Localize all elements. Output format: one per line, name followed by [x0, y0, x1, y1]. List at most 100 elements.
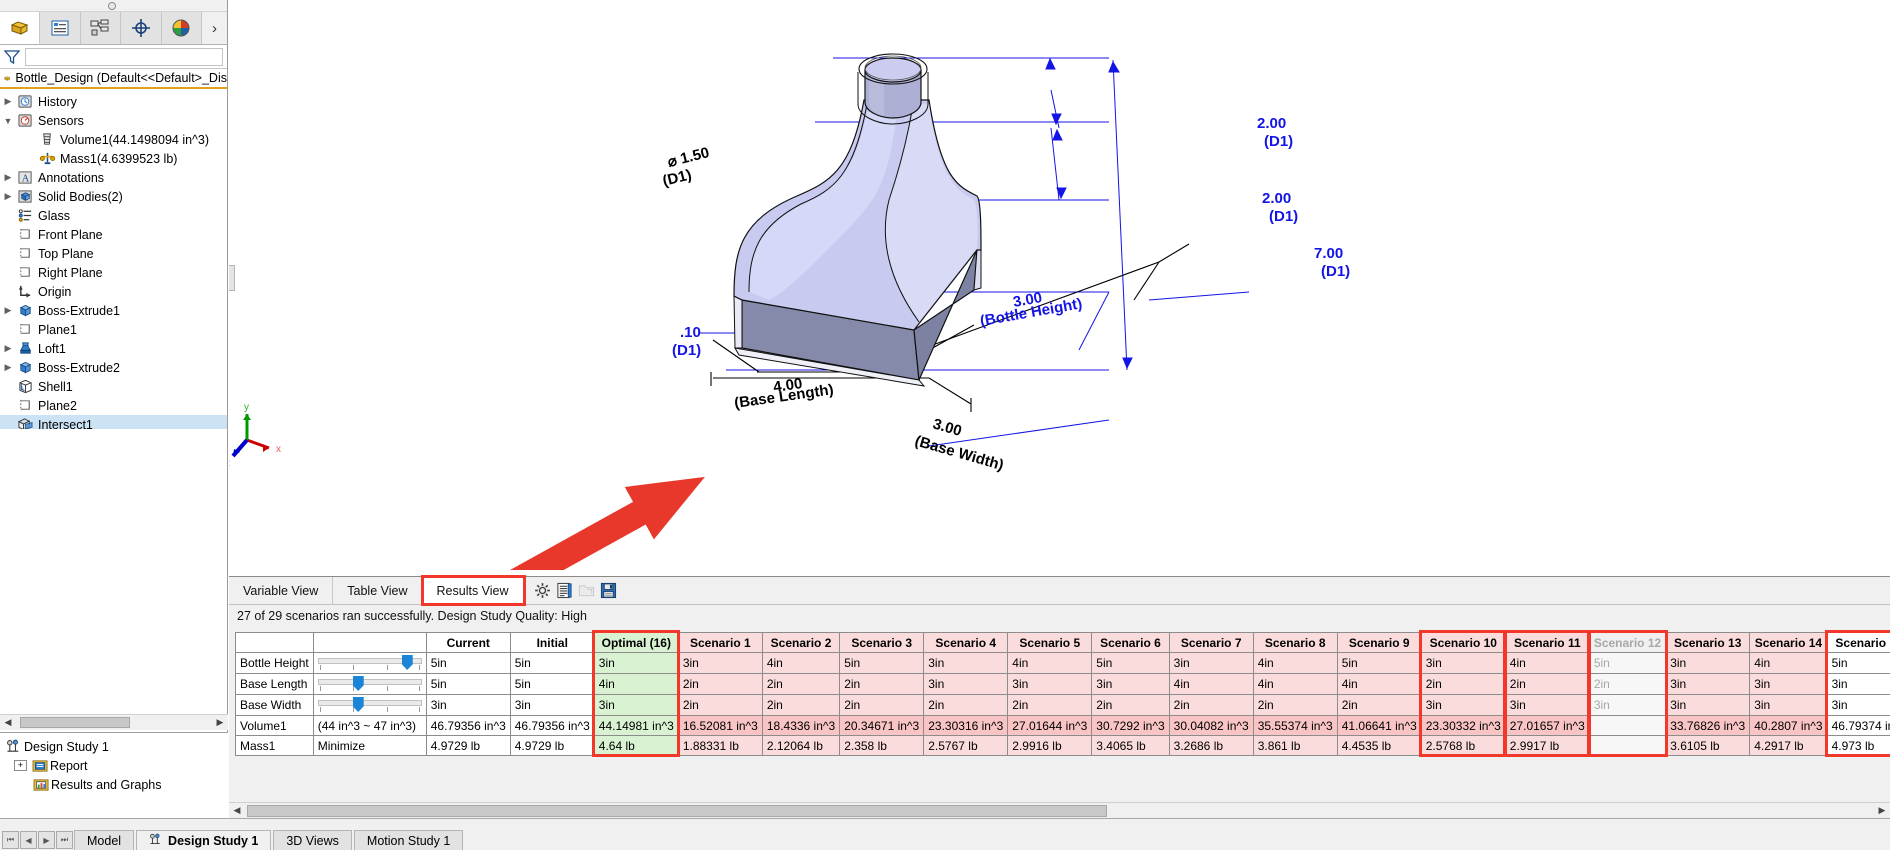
cell[interactable]: 5in [1336, 652, 1422, 674]
tree-node-front-plane[interactable]: Front Plane [0, 225, 227, 244]
cell[interactable]: 2.9916 lb [1007, 735, 1093, 756]
expand-arrow-icon[interactable]: ▶ [0, 172, 16, 183]
col-header-scenario-11[interactable]: Scenario 11 [1504, 632, 1590, 653]
cell[interactable]: 27.01657 in^3 [1504, 715, 1590, 736]
collapse-arrow-icon[interactable]: ▼ [0, 116, 16, 126]
dimxpert-manager-tab[interactable] [121, 12, 162, 44]
cell[interactable]: 4in [1252, 652, 1338, 674]
cell[interactable]: 4.9729 lb [425, 735, 511, 756]
cell[interactable]: 46.79356 in^3 [509, 715, 595, 736]
cell[interactable]: 3in [1420, 694, 1506, 716]
table-scroll-thumb[interactable] [247, 804, 1107, 817]
cell[interactable]: 4.64 lb [593, 735, 679, 756]
cell[interactable]: 2in [1336, 694, 1422, 716]
cell[interactable]: 2in [1420, 673, 1506, 695]
cell[interactable]: 2.5768 lb [1420, 735, 1506, 756]
col-header-scenario-14[interactable]: Scenario 14 [1749, 632, 1828, 653]
row-header-bottle-height[interactable]: Bottle Height [235, 652, 314, 674]
cell[interactable]: 3in [1826, 673, 1890, 695]
cell[interactable]: 5in [839, 652, 925, 674]
cell[interactable]: 3in [1665, 694, 1751, 716]
feature-tree-list[interactable]: ▶ History ▼ Sensors Volume1(44.1498094 in^3)… [0, 89, 227, 429]
base-width-slider[interactable] [312, 694, 427, 716]
cell[interactable]: 3in [1168, 652, 1254, 674]
cell[interactable]: 2.12064 lb [761, 735, 841, 756]
tab-overflow-chevron[interactable]: › [201, 12, 228, 44]
tree-node-boss-extrude2[interactable]: ▶ Boss-Extrude2 [0, 358, 227, 377]
tree-node-intersect1[interactable]: Intersect1 [0, 415, 227, 429]
col-header-scenario-5[interactable]: Scenario 5 [1007, 632, 1093, 653]
cell[interactable]: 44.14981 in^3 [593, 715, 679, 736]
col-header-initial[interactable]: Initial [509, 632, 595, 653]
cell[interactable]: 5in [1588, 652, 1667, 674]
tab-design-study-1[interactable]: Design Study 1 [136, 830, 272, 850]
cell[interactable]: 4in [1252, 673, 1338, 695]
cell[interactable]: 3in [1749, 673, 1828, 695]
cell[interactable]: 2in [1091, 694, 1170, 716]
cell[interactable]: 2in [839, 673, 925, 695]
cell[interactable]: 46.79374 in^3 [1826, 715, 1890, 736]
cell[interactable]: 2in [1252, 694, 1338, 716]
tree-node-plane1[interactable]: Plane1 [0, 320, 227, 339]
cell[interactable]: 3in [1665, 652, 1751, 674]
tab-results-view[interactable]: Results View [420, 575, 526, 606]
tree-node-history[interactable]: ▶ History [0, 92, 227, 111]
cell[interactable]: 3in [677, 652, 763, 674]
cell[interactable]: 3in [425, 694, 511, 716]
graphics-viewport[interactable]: 2.00 (D1) 2.00 (D1) 7.00 (D1) .10 (D1) 3… [229, 0, 1890, 575]
tree-node-boss-extrude1[interactable]: ▶ Boss-Extrude1 [0, 301, 227, 320]
expand-arrow-icon[interactable]: ▶ [0, 362, 16, 373]
table-scroll-right-arrow[interactable]: ▶ [1874, 805, 1890, 816]
cell[interactable]: 2in [761, 694, 841, 716]
cell[interactable]: 5in [509, 673, 595, 695]
cell[interactable]: 5in [425, 673, 511, 695]
cell[interactable]: 3in [593, 694, 679, 716]
tree-node-mass1-4-6399523-lb[interactable]: Mass1(4.6399523 lb) [0, 149, 227, 168]
col-header-optimal-16[interactable]: Optimal (16) [593, 632, 679, 653]
cell[interactable]: 30.7292 in^3 [1091, 715, 1170, 736]
cell[interactable]: 18.4336 in^3 [761, 715, 841, 736]
design-study-root[interactable]: Design Study 1 [0, 737, 228, 756]
tree-scroll-thumb[interactable] [20, 717, 130, 728]
slider-track[interactable] [317, 679, 422, 685]
filter-funnel-icon[interactable] [3, 48, 21, 66]
col-header-scenario-7[interactable]: Scenario 7 [1168, 632, 1254, 653]
base-length-slider-widget[interactable] [317, 676, 422, 692]
cell[interactable]: 3in [1091, 673, 1170, 695]
col-header-scenario-13[interactable]: Scenario 13 [1665, 632, 1751, 653]
tree-scroll-left-arrow[interactable]: ◀ [0, 717, 16, 728]
tab-variable-view[interactable]: Variable View [229, 577, 334, 604]
slider-track[interactable] [317, 700, 422, 706]
design-study-results-node[interactable]: Results and Graphs [0, 775, 228, 794]
cell[interactable]: 5in [1826, 652, 1890, 674]
cell[interactable]: 3in [593, 652, 679, 674]
save-floppy-icon[interactable] [598, 577, 620, 604]
expand-arrow-icon[interactable]: ▶ [0, 96, 16, 107]
study-report-icon[interactable] [554, 577, 576, 604]
cell[interactable]: 27.01644 in^3 [1007, 715, 1093, 736]
cell[interactable]: 2in [1504, 673, 1590, 695]
cell[interactable]: 3in [509, 694, 595, 716]
cell[interactable]: 3in [1826, 694, 1890, 716]
report-expander[interactable]: + [14, 760, 27, 771]
cell[interactable]: 3in [1749, 694, 1828, 716]
cell[interactable]: 30.04082 in^3 [1168, 715, 1254, 736]
cell[interactable]: 4.4535 lb [1336, 735, 1422, 756]
cell[interactable]: 5in [425, 652, 511, 674]
tab-motion-study-1[interactable]: Motion Study 1 [353, 830, 464, 850]
cell[interactable]: 3in [1665, 673, 1751, 695]
results-table-horizontal-scrollbar[interactable]: ◀ ▶ [229, 802, 1890, 818]
slider-thumb[interactable] [352, 676, 364, 691]
display-manager-tab[interactable] [161, 12, 202, 44]
cell[interactable]: 3in [1504, 694, 1590, 716]
cell[interactable]: 3in [1420, 652, 1506, 674]
cell[interactable]: 4in [1007, 652, 1093, 674]
cell[interactable]: 4in [1504, 652, 1590, 674]
tree-node-solid-bodies-2[interactable]: ▶ Solid Bodies(2) [0, 187, 227, 206]
bottle-height-slider-widget[interactable] [317, 655, 422, 671]
cell[interactable]: 5in [509, 652, 595, 674]
tree-node-annotations[interactable]: ▶ A Annotations [0, 168, 227, 187]
configuration-manager-tab[interactable] [80, 12, 122, 44]
col-header-scenario-6[interactable]: Scenario 6 [1091, 632, 1170, 653]
cell[interactable]: 4.9729 lb [509, 735, 595, 756]
